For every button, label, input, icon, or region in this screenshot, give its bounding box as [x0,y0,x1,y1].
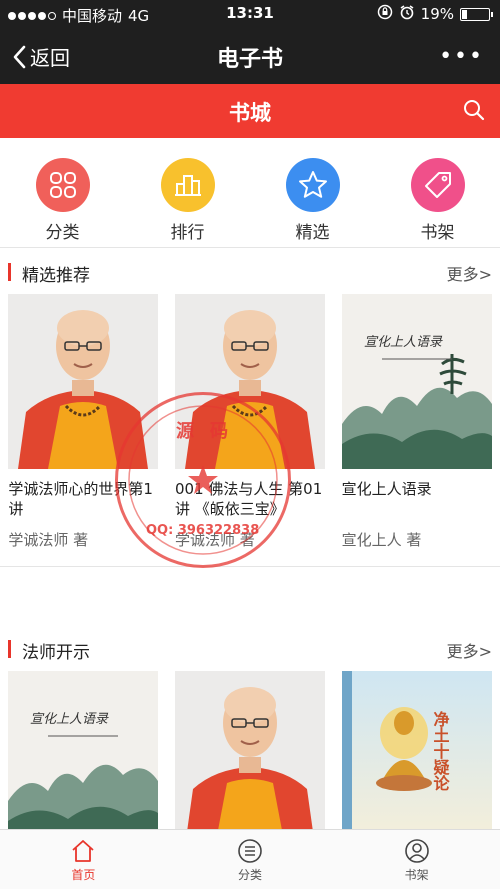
book-cover-landscape: 宣化上人语录 [8,671,159,846]
store-title: 书城 [229,101,271,125]
tab-label: 分类 [237,868,262,882]
nav-bar: 返回 电子书 ••• [0,28,500,84]
book-author: 学诚法师 著 [174,531,255,549]
book-cover-monk [8,294,159,469]
book-title: 宣化上人语录 [341,480,432,498]
list-icon [238,839,262,863]
book-card[interactable]: 学诚法师心的世界第1讲 学诚法师 著 [8,294,159,550]
book-cover-monk [174,294,325,469]
section-accent [8,640,11,658]
section-header: 法师开示 更多> [0,628,500,668]
more-link[interactable]: 更多> [447,261,492,285]
book-cover-buddha: 净土十疑论 [341,671,492,846]
section-accent [8,263,11,281]
book-author: 学诚法师 著 [8,531,89,549]
category-label: 分类 [45,223,80,243]
battery-icon [460,7,493,21]
tag-icon [410,158,465,212]
status-bar: 中国移动 4G 13:31 19% [0,0,500,28]
category-item-bookshelf[interactable]: 书架 [383,138,493,247]
book-cover-monk [174,671,325,846]
category-item-ranking[interactable]: 排行 [133,138,243,247]
book-title: 学诚法师心的世界第1讲 [8,480,153,518]
tab-category[interactable]: 分类 [190,830,310,889]
book-list: 学诚法师心的世界第1讲 学诚法师 著 001 佛法与人生 第01讲 《皈依三宝》… [0,294,500,550]
category-nav: 分类 排行 精选 书架 [0,138,500,248]
tab-bar: 首页 分类 书架 [0,829,500,889]
home-icon [72,840,94,862]
user-icon [404,839,429,863]
tab-bookshelf[interactable]: 书架 [357,830,477,889]
more-link[interactable]: 更多> [447,638,492,662]
book-card[interactable]: 001 佛法与人生 第01讲 《皈依三宝》 学诚法师 著 [174,294,325,550]
battery-percent: 19% [420,5,454,23]
page-title: 电子书 [216,47,283,72]
section-title: 法师开示 [22,643,90,663]
category-label: 排行 [170,223,205,243]
tab-label: 书架 [404,868,429,882]
book-card[interactable]: 宣化上人语录 [8,671,159,846]
book-cover-landscape: 宣化上人语录 [341,294,492,469]
status-right: 19% [377,4,493,24]
category-item-classify[interactable]: 分类 [8,138,118,247]
tab-label: 首页 [71,868,96,882]
star-icon [285,158,340,212]
store-header: 书城 [0,84,500,138]
svg-text:宣化上人语录: 宣化上人语录 [364,335,443,350]
section-divider [0,566,500,567]
section-header: 精选推荐 更多> [0,251,500,291]
ranking-icon [160,158,215,212]
book-card[interactable]: 宣化上人语录 宣化上人语录 宣化上人 著 [341,294,492,550]
category-item-featured[interactable]: 精选 [258,138,368,247]
grid-icon [35,158,90,212]
svg-text:净土十疑论: 净土十疑论 [430,710,449,791]
tab-home[interactable]: 首页 [23,830,143,889]
more-menu-button[interactable]: ••• [439,44,484,69]
svg-text:宣化上人语录: 宣化上人语录 [30,712,109,727]
book-list: 宣化上人语录 净土十疑论 [0,671,500,846]
book-card[interactable] [174,671,325,846]
category-label: 精选 [295,223,330,243]
book-title: 001 佛法与人生 第01讲 《皈依三宝》 [174,480,323,518]
section-title: 精选推荐 [22,266,90,286]
rotation-lock-icon [377,4,393,24]
category-label: 书架 [420,223,455,243]
search-icon[interactable] [462,98,486,122]
alarm-icon [399,4,415,24]
book-author: 宣化上人 著 [341,531,422,549]
book-card[interactable]: 净土十疑论 [341,671,492,846]
